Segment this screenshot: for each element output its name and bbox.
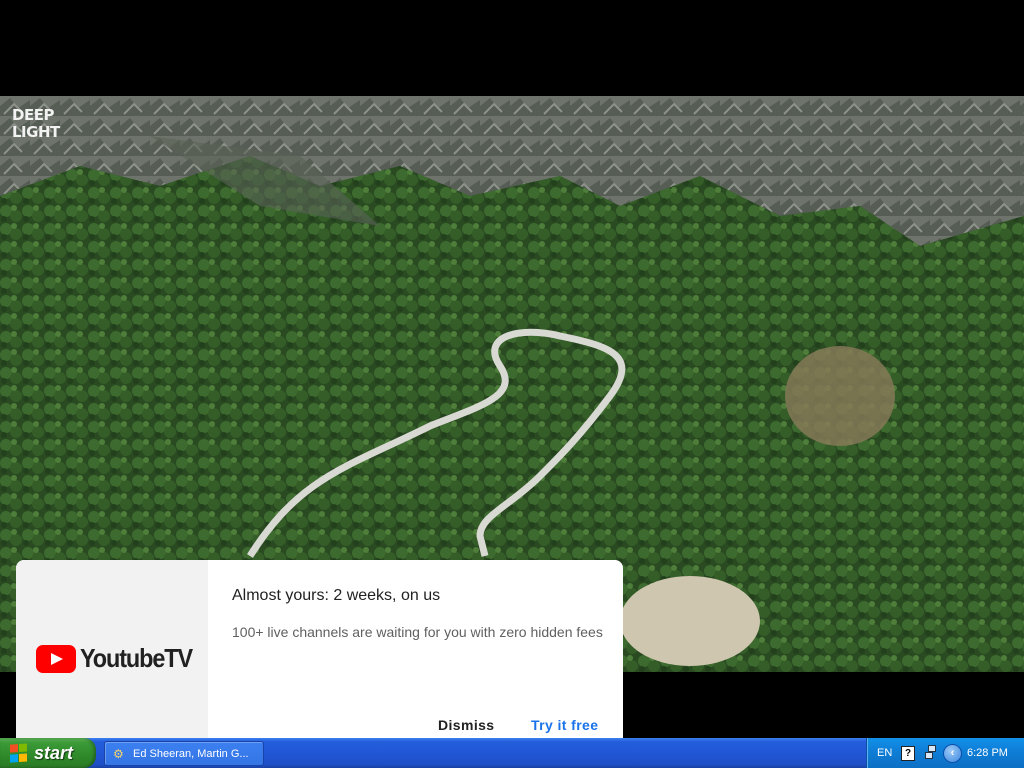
youtube-tv-logo: YoutubeTV bbox=[36, 643, 204, 674]
youtube-tv-promo-card: YoutubeTV Almost yours: 2 weeks, on us 1… bbox=[16, 560, 623, 738]
windows-flag-icon bbox=[10, 743, 28, 763]
media-player-icon: ⚙ bbox=[113, 746, 124, 761]
system-tray: EN ? ‹ 6:28 PM bbox=[866, 738, 1024, 768]
network-icon[interactable] bbox=[925, 745, 936, 759]
dismiss-button[interactable]: Dismiss bbox=[438, 717, 495, 733]
promo-description: 100+ live channels are waiting for you w… bbox=[232, 624, 603, 640]
youtube-play-icon bbox=[36, 644, 76, 673]
show-hidden-icons-chevron-icon[interactable]: ‹ bbox=[943, 744, 962, 763]
taskbar-item-label: Ed Sheeran, Martin G... bbox=[133, 747, 249, 760]
channel-watermark: DEEP LIGHT bbox=[12, 106, 60, 141]
language-indicator[interactable]: EN bbox=[877, 747, 892, 759]
help-icon[interactable]: ? bbox=[901, 746, 915, 761]
promo-logo-panel: YoutubeTV bbox=[16, 560, 208, 738]
taskbar-item-media-player[interactable]: ⚙ Ed Sheeran, Martin G... bbox=[104, 741, 264, 766]
start-button[interactable]: start bbox=[0, 738, 96, 768]
try-it-free-button[interactable]: Try it free bbox=[531, 717, 598, 733]
start-label: start bbox=[34, 742, 74, 763]
taskbar: start ⚙ Ed Sheeran, Martin G... EN ? ‹ 6… bbox=[0, 738, 1024, 768]
youtube-tv-wordmark: YoutubeTV bbox=[80, 643, 193, 673]
promo-title: Almost yours: 2 weeks, on us bbox=[232, 587, 441, 604]
clock[interactable]: 6:28 PM bbox=[967, 747, 1008, 759]
